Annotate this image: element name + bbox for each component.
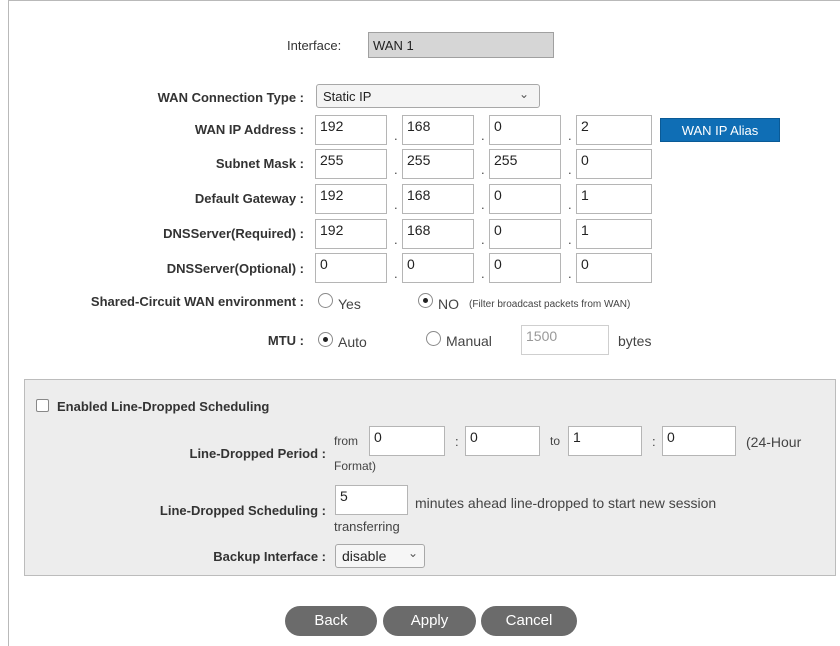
format-text-line1: (24-Hour [746,434,802,450]
enable-scheduling-checkbox[interactable] [36,399,49,412]
octet-separator: . [394,128,398,143]
chevron-down-icon: ⌄ [407,546,418,560]
octet-separator: . [481,162,485,177]
subnet-octet-2[interactable]: 255 [402,149,474,179]
colon-separator: : [652,434,656,449]
backup-interface-value: disable [342,548,387,564]
line-dropped-scheduling-label: Line-Dropped Scheduling : [159,503,326,518]
octet-separator: . [568,232,572,247]
dns-optional-label: DNSServer(Optional) : [166,261,304,276]
subnet-mask-label: Subnet Mask : [215,156,304,171]
to-text: to [550,434,561,448]
octet-separator: . [394,162,398,177]
octet-separator: . [394,232,398,247]
dns-required-octet-4[interactable]: 1 [576,219,652,249]
wan-ip-octet-2[interactable]: 168 [402,115,474,145]
wan-ip-octet-4[interactable]: 2 [576,115,652,145]
backup-interface-label: Backup Interface : [213,549,326,564]
chevron-down-icon: ⌄ [518,87,529,101]
connection-type-value: Static IP [323,89,372,104]
minutes-ahead-text-line1: minutes ahead line-dropped to start new … [415,495,717,511]
backup-interface-select[interactable]: disable ⌄ [335,544,425,568]
gateway-octet-4[interactable]: 1 [576,184,652,214]
shared-no-radio[interactable] [418,293,433,308]
minutes-ahead-text-line2: transferring [334,519,400,534]
wan-ip-label: WAN IP Address : [194,122,304,137]
line-dropped-period-label: Line-Dropped Period : [189,446,327,461]
octet-separator: . [568,197,572,212]
subnet-octet-1[interactable]: 255 [315,149,387,179]
connection-type-label: WAN Connection Type : [157,90,304,105]
gateway-octet-1[interactable]: 192 [315,184,387,214]
dns-required-octet-2[interactable]: 168 [402,219,474,249]
default-gateway-label: Default Gateway : [194,191,304,206]
cancel-button[interactable]: Cancel [481,606,577,636]
dns-optional-octet-1[interactable]: 0 [315,253,387,283]
shared-no-label: NO [438,296,459,312]
from-minute-input[interactable]: 0 [465,426,540,456]
dns-required-octet-1[interactable]: 192 [315,219,387,249]
octet-separator: . [481,197,485,212]
wan-ip-alias-button[interactable]: WAN IP Alias [660,118,780,142]
mtu-label: MTU : [267,333,304,348]
format-text-line2: Format) [334,459,376,473]
mtu-manual-radio[interactable] [426,331,441,346]
octet-separator: . [568,128,572,143]
mtu-auto-radio[interactable] [318,332,333,347]
gateway-octet-2[interactable]: 168 [402,184,474,214]
shared-circuit-label: Shared-Circuit WAN environment : [90,294,304,309]
from-text: from [334,434,358,448]
mtu-manual-label: Manual [446,333,492,349]
wan-ip-octet-3[interactable]: 0 [489,115,561,145]
dns-optional-octet-4[interactable]: 0 [576,253,652,283]
mtu-value-input[interactable]: 1500 [521,325,609,355]
subnet-octet-4[interactable]: 0 [576,149,652,179]
apply-button[interactable]: Apply [383,606,476,636]
octet-separator: . [481,266,485,281]
back-button[interactable]: Back [285,606,377,636]
gateway-octet-3[interactable]: 0 [489,184,561,214]
from-hour-input[interactable]: 0 [369,426,445,456]
shared-yes-label: Yes [338,296,361,312]
to-hour-input[interactable]: 1 [568,426,642,456]
shared-yes-radio[interactable] [318,293,333,308]
to-minute-input[interactable]: 0 [662,426,736,456]
octet-separator: . [568,162,572,177]
octet-separator: . [394,266,398,281]
dns-required-label: DNSServer(Required) : [163,226,304,241]
interface-label: Interface: [287,38,342,53]
colon-separator: : [455,434,459,449]
dns-required-octet-3[interactable]: 0 [489,219,561,249]
octet-separator: . [481,128,485,143]
shared-note: (Filter broadcast packets from WAN) [469,299,631,310]
octet-separator: . [481,232,485,247]
interface-field: WAN 1 [368,32,554,58]
enable-scheduling-label: Enabled Line-Dropped Scheduling [57,399,270,414]
connection-type-select[interactable]: Static IP ⌄ [316,84,540,108]
wan-ip-octet-1[interactable]: 192 [315,115,387,145]
octet-separator: . [394,197,398,212]
mtu-unit: bytes [618,333,652,349]
minutes-ahead-input[interactable]: 5 [335,485,408,515]
mtu-auto-label: Auto [338,334,367,350]
octet-separator: . [568,266,572,281]
subnet-octet-3[interactable]: 255 [489,149,561,179]
dns-optional-octet-2[interactable]: 0 [402,253,474,283]
dns-optional-octet-3[interactable]: 0 [489,253,561,283]
